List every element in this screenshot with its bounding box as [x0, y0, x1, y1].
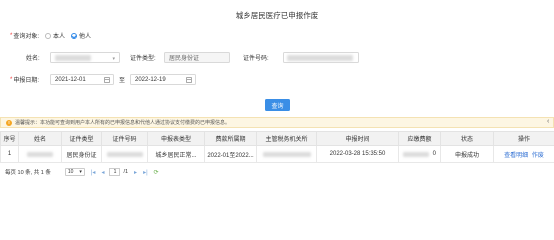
- next-page-icon[interactable]: ▸: [134, 169, 137, 176]
- cell-period: 2022-01至2022...: [204, 145, 257, 163]
- chevron-down-icon: ▾: [112, 56, 115, 62]
- cell-name: [18, 145, 62, 163]
- name-input[interactable]: ▾: [50, 52, 120, 63]
- name-row: 姓名:: [26, 52, 40, 63]
- notice-text: 温馨提示：本功能可查询到用户本人所有的已申报信息和代他人通过协议支付缴费的已申报…: [15, 120, 231, 126]
- warning-icon: !: [6, 119, 12, 126]
- redacted-name: [55, 55, 91, 61]
- query-button[interactable]: 查询: [265, 99, 290, 111]
- header-actions: 操作: [493, 131, 554, 146]
- cell-status: 申报成功: [440, 145, 494, 163]
- cell-form-type: 城乡居民正常...: [147, 145, 205, 163]
- redacted-id-number: [107, 152, 143, 157]
- declare-date-label: 申报日期:: [13, 78, 40, 84]
- prev-page-icon[interactable]: ◂: [101, 169, 104, 176]
- last-page-icon[interactable]: ▸|: [143, 169, 148, 176]
- calendar-icon[interactable]: [104, 77, 110, 83]
- view-details-link[interactable]: 查看明细: [504, 153, 528, 159]
- redacted-id-number: [287, 55, 353, 61]
- total-pages: /1: [123, 169, 129, 175]
- pagination: 每页 10 条, 共 1 条 10 ▾ |◂ ◂ 1 /1 ▸ ▸| ⟳: [5, 167, 159, 177]
- header-tax-office: 主管税务机关所: [256, 131, 317, 146]
- cell-index: 1: [0, 145, 19, 163]
- date-separator-text: 至: [119, 78, 126, 84]
- id-number-label: 证件号码:: [243, 56, 269, 62]
- start-date-input[interactable]: 2021-12-01: [50, 74, 114, 85]
- cell-amount-value: 0: [432, 151, 436, 157]
- redacted-tax-office: [263, 152, 311, 157]
- table-header-row: 序号 姓名 证件类型 证件号码 申报表类型 费款所属期 主管税务机关所 申报时间…: [0, 131, 554, 146]
- required-mark: *: [10, 32, 13, 39]
- radio-other-label: 他人: [79, 34, 92, 40]
- header-period: 费款所属期: [204, 131, 257, 146]
- header-form-type: 申报表类型: [147, 131, 205, 146]
- pagination-summary: 每页 10 条, 共 1 条: [5, 170, 51, 176]
- declaration-table: 序号 姓名 证件类型 证件号码 申报表类型 费款所属期 主管税务机关所 申报时间…: [0, 131, 554, 163]
- end-date-value: 2022-12-19: [135, 76, 166, 83]
- id-type-row: 证件类型:: [130, 52, 156, 63]
- cell-tax-office: [256, 145, 317, 163]
- header-amount: 应缴费额: [398, 131, 441, 146]
- radio-self-label: 本人: [53, 34, 66, 40]
- refresh-icon[interactable]: ⟳: [154, 169, 159, 176]
- void-link[interactable]: 作废: [532, 153, 544, 159]
- name-label: 姓名:: [26, 56, 40, 62]
- notice-bar: ! 温馨提示：本功能可查询到用户本人所有的已申报信息和代他人通过协议支付缴费的已…: [0, 117, 554, 128]
- header-name: 姓名: [18, 131, 62, 146]
- chevron-down-icon: ▾: [79, 169, 82, 175]
- radio-checked-icon: [71, 32, 78, 39]
- calendar-icon[interactable]: [186, 77, 192, 83]
- redacted-name: [27, 152, 53, 157]
- id-type-select[interactable]: 居民身份证: [164, 52, 230, 63]
- id-number-input[interactable]: [283, 52, 359, 63]
- required-mark: *: [10, 76, 13, 83]
- header-status: 状态: [440, 131, 494, 146]
- current-page-input[interactable]: 1: [109, 168, 121, 176]
- date-separator: 至: [119, 74, 125, 85]
- cell-amount: 0: [398, 145, 441, 163]
- header-declare-time: 申报时间: [316, 131, 399, 146]
- cell-id-type: 居民身份证: [61, 145, 102, 163]
- start-date-value: 2021-12-01: [55, 76, 86, 83]
- declare-date-row: * 申报日期:: [10, 74, 39, 85]
- end-date-input[interactable]: 2022-12-19: [130, 74, 196, 85]
- header-id-type: 证件类型: [61, 131, 102, 146]
- first-page-icon[interactable]: |◂: [91, 169, 96, 176]
- radio-circle-icon: [45, 32, 52, 39]
- side-chevron-icon[interactable]: ‹: [547, 118, 549, 125]
- page-size-select[interactable]: 10 ▾: [64, 168, 85, 176]
- query-target-label: 查询对象:: [13, 34, 40, 40]
- radio-other[interactable]: 他人: [71, 31, 91, 40]
- radio-self[interactable]: 本人: [45, 31, 65, 40]
- header-index: 序号: [0, 131, 19, 146]
- page-size-value: 10: [67, 169, 74, 175]
- id-type-value: 居民身份证: [169, 56, 200, 62]
- page-title: 城乡居民医疗已申报作废: [235, 11, 319, 20]
- id-type-label: 证件类型:: [130, 56, 156, 62]
- cell-declare-time: 2022-03-28 15:35:50: [316, 145, 399, 163]
- table-row: 1 居民身份证 城乡居民正常... 2022-01至2022... 2022-0…: [0, 145, 554, 163]
- id-number-row: 证件号码:: [243, 52, 269, 63]
- cell-id-number: [101, 145, 148, 163]
- redacted-amount-prefix: [403, 152, 429, 157]
- cell-actions: 查看明细 作废: [493, 145, 554, 163]
- header-id-number: 证件号码: [101, 131, 148, 146]
- query-target-row: * 查询对象: 本人 他人: [10, 30, 91, 41]
